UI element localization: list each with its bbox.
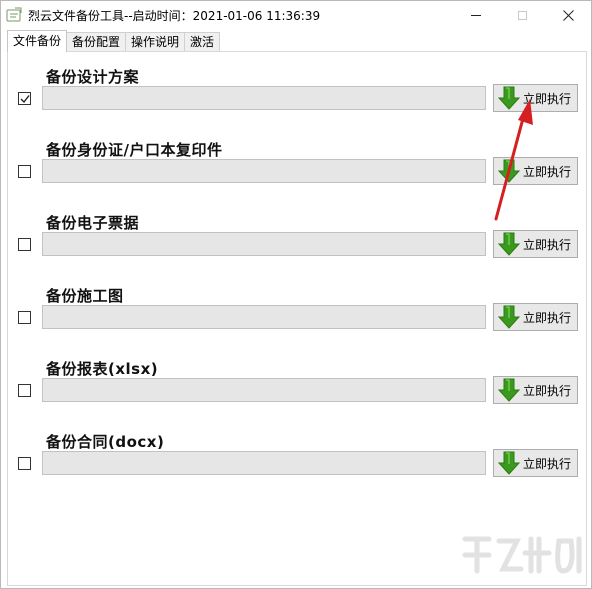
run-now-label: 立即执行	[523, 91, 572, 106]
run-now-label: 立即执行	[523, 164, 572, 179]
row-title: 备份施工图	[46, 287, 124, 305]
run-now-button[interactable]: 立即执行	[493, 449, 578, 477]
path-field[interactable]	[42, 451, 486, 475]
row-checkbox[interactable]	[18, 311, 31, 324]
row-title: 备份电子票据	[46, 214, 140, 232]
row-checkbox[interactable]	[18, 165, 31, 178]
watermark-logo	[462, 536, 582, 574]
file-backup-panel: 备份设计方案 立即执行 备份身份证/户口本复印件 立即执行 备份电子票据 立即执…	[7, 51, 587, 586]
app-icon	[6, 7, 22, 23]
run-now-button[interactable]: 立即执行	[493, 157, 578, 185]
tab-file-backup[interactable]: 文件备份	[7, 30, 68, 52]
minimize-button[interactable]	[453, 1, 499, 29]
green-down-arrow-icon	[497, 305, 521, 329]
path-field[interactable]	[42, 86, 486, 110]
app-window: 烈云文件备份工具--启动时间：2021-01-06 11:36:39 文件备份 …	[0, 0, 592, 589]
green-down-arrow-icon	[497, 86, 521, 110]
row-title: 备份合同(docx)	[46, 433, 165, 451]
row-checkbox[interactable]	[18, 238, 31, 251]
backup-row: 备份施工图 立即执行	[8, 285, 588, 355]
row-checkbox[interactable]	[18, 92, 31, 105]
title-bar: 烈云文件备份工具--启动时间：2021-01-06 11:36:39	[1, 1, 591, 29]
tab-activate[interactable]: 激活	[184, 32, 221, 52]
row-title: 备份设计方案	[46, 68, 140, 86]
minimize-icon	[471, 14, 481, 16]
run-now-button[interactable]: 立即执行	[493, 230, 578, 258]
row-title: 备份身份证/户口本复印件	[46, 141, 223, 159]
row-title: 备份报表(xlsx)	[46, 360, 159, 378]
tab-instructions[interactable]: 操作说明	[125, 32, 186, 52]
close-icon	[562, 9, 574, 21]
tab-backup-config[interactable]: 备份配置	[66, 32, 127, 52]
maximize-icon	[517, 10, 527, 20]
path-field[interactable]	[42, 159, 486, 183]
green-down-arrow-icon	[497, 232, 521, 256]
green-down-arrow-icon	[497, 378, 521, 402]
run-now-label: 立即执行	[523, 456, 572, 471]
window-title: 烈云文件备份工具--启动时间：2021-01-06 11:36:39	[28, 9, 321, 23]
backup-row: 备份合同(docx) 立即执行	[8, 431, 588, 501]
backup-row: 备份电子票据 立即执行	[8, 212, 588, 282]
run-now-button[interactable]: 立即执行	[493, 303, 578, 331]
close-button[interactable]	[545, 1, 591, 29]
backup-row: 备份身份证/户口本复印件 立即执行	[8, 139, 588, 209]
path-field[interactable]	[42, 232, 486, 256]
run-now-button[interactable]: 立即执行	[493, 376, 578, 404]
backup-row: 备份设计方案 立即执行	[8, 66, 588, 136]
run-now-label: 立即执行	[523, 383, 572, 398]
run-now-label: 立即执行	[523, 310, 572, 325]
green-down-arrow-icon	[497, 159, 521, 183]
backup-row: 备份报表(xlsx) 立即执行	[8, 358, 588, 428]
check-icon	[20, 95, 30, 104]
tab-strip: 文件备份 备份配置 操作说明 激活	[7, 30, 221, 52]
run-now-label: 立即执行	[523, 237, 572, 252]
green-down-arrow-icon	[497, 451, 521, 475]
row-checkbox[interactable]	[18, 457, 31, 470]
maximize-button[interactable]	[499, 1, 545, 29]
path-field[interactable]	[42, 378, 486, 402]
row-checkbox[interactable]	[18, 384, 31, 397]
run-now-button[interactable]: 立即执行	[493, 84, 578, 112]
path-field[interactable]	[42, 305, 486, 329]
